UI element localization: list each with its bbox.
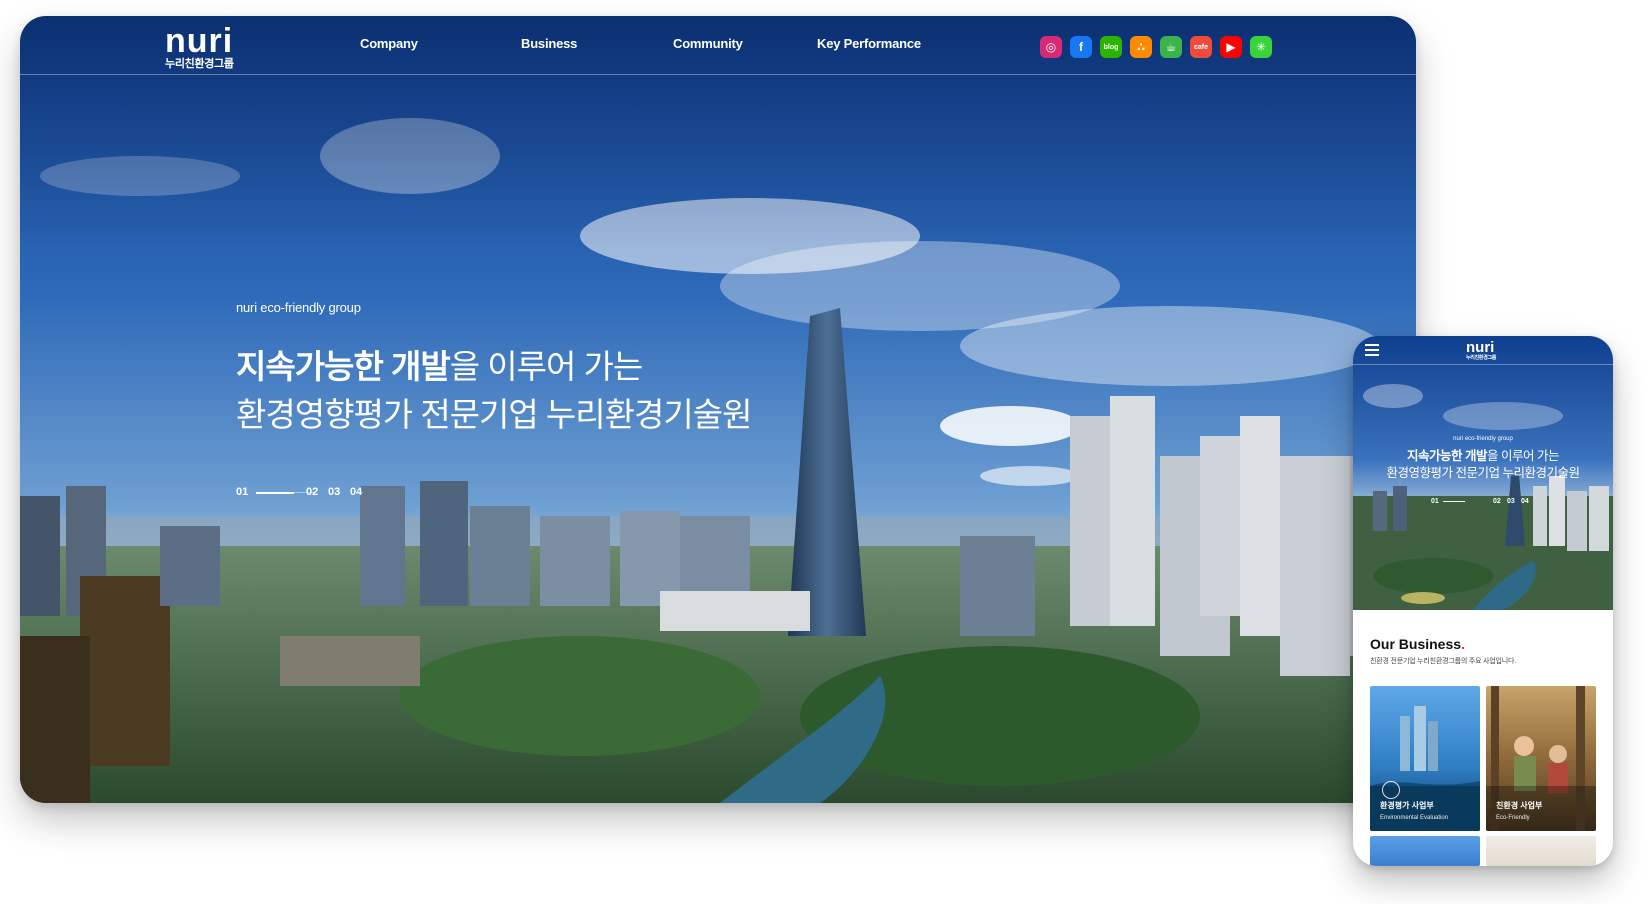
- card-subtitle: Eco-Friendly: [1496, 815, 1530, 821]
- facebook-icon[interactable]: f: [1070, 36, 1092, 58]
- business-card-environmental-evaluation[interactable]: 환경평가 사업부 Environmental Evaluation: [1370, 686, 1480, 831]
- hero-copy: nuri eco-friendly group 지속가능한 개발을 이루어 가는…: [236, 300, 752, 439]
- mobile-nuri-logo[interactable]: nuri 누리친환경그룹: [1466, 339, 1506, 361]
- nuri-logo[interactable]: nuri 누리친환경그룹: [165, 24, 257, 70]
- our-business-subtitle: 친환경 전문기업 누리친환경그룹의 주요 사업입니다.: [1370, 658, 1517, 665]
- hero-headline-emphasis: 지속가능한 개발: [236, 348, 451, 385]
- mobile-header: nuri 누리친환경그룹: [1353, 336, 1613, 365]
- our-business-title-text: Our Business: [1370, 636, 1462, 652]
- mobile-hero-headline-line1: 지속가능한 개발을 이루어 가는: [1353, 448, 1613, 465]
- mobile-hero-headline-emphasis: 지속가능한 개발: [1407, 449, 1488, 463]
- mobile-hero-copy: nuri eco-friendly group 지속가능한 개발을 이루어 가는…: [1353, 436, 1613, 482]
- mobile-logo-wordmark: nuri: [1466, 339, 1495, 356]
- naver-blog-icon[interactable]: blog: [1100, 36, 1122, 58]
- hero-headline-line2: 환경영향평가 전문기업 누리환경기술원: [236, 396, 752, 433]
- nav-key-performance[interactable]: Key Performance: [817, 36, 921, 51]
- logo-subtitle: 누리친환경그룹: [165, 58, 234, 70]
- youtube-icon[interactable]: ▶: [1220, 36, 1242, 58]
- business-card-third[interactable]: [1370, 836, 1480, 866]
- nav-community[interactable]: Community: [673, 36, 743, 51]
- pager-item-03[interactable]: 03: [328, 486, 340, 498]
- pager-progress-bar: [256, 492, 294, 494]
- mobile-logo-subtitle: 누리친환경그룹: [1466, 355, 1497, 361]
- nav-company[interactable]: Company: [360, 36, 418, 51]
- our-business-title: Our Business.: [1370, 636, 1465, 652]
- instagram-icon[interactable]: ◎: [1040, 36, 1062, 58]
- mobile-hero-headline-line2: 환경영향평가 전문기업 누리환경기술원: [1386, 466, 1580, 480]
- hero-headline-line1: 지속가능한 개발을 이루어 가는: [236, 343, 751, 391]
- mobile-pager-item-03[interactable]: 03: [1507, 498, 1515, 505]
- pager-item-04[interactable]: 04: [350, 486, 362, 498]
- pager-item-02[interactable]: 02: [306, 486, 318, 498]
- naver-cafe-icon[interactable]: ☕: [1160, 36, 1182, 58]
- mobile-hero: nuri 누리친환경그룹 nuri eco-friendly group 지속가…: [1353, 336, 1613, 610]
- mobile-pager-progress-bar: [1443, 501, 1465, 502]
- hero-headline-rest: 을 이루어 가는: [449, 348, 643, 385]
- mobile-pager-item-02[interactable]: 02: [1493, 498, 1501, 505]
- mobile-pager-item-04[interactable]: 04: [1521, 498, 1529, 505]
- mobile-pager-current[interactable]: 01: [1431, 498, 1439, 505]
- mobile-mockup: nuri 누리친환경그룹 nuri eco-friendly group 지속가…: [1353, 336, 1613, 866]
- globe-icon: [1382, 781, 1400, 799]
- hero-tagline: nuri eco-friendly group: [236, 300, 361, 315]
- nav-business[interactable]: Business: [521, 36, 577, 51]
- hamburger-menu-icon[interactable]: [1365, 344, 1379, 356]
- mobile-hero-tagline: nuri eco-friendly group: [1453, 436, 1513, 442]
- daum-cafe-icon[interactable]: cafe: [1190, 36, 1212, 58]
- mobile-hero-headline-rest: 을 이루어 가는: [1487, 449, 1559, 463]
- card-title: 환경평가 사업부: [1380, 801, 1434, 810]
- business-card-eco-friendly[interactable]: 친환경 사업부 Eco-Friendly: [1486, 686, 1596, 831]
- pager-current[interactable]: 01: [236, 486, 248, 498]
- site-header: nuri 누리친환경그룹 Company Business Community …: [20, 16, 1416, 75]
- logo-wordmark: nuri: [165, 22, 234, 60]
- card-subtitle: Environmental Evaluation: [1380, 815, 1449, 821]
- desktop-mockup: nuri 누리친환경그룹 Company Business Community …: [20, 16, 1416, 803]
- business-card-fourth[interactable]: [1486, 836, 1596, 866]
- title-accent-dot: .: [1461, 636, 1465, 652]
- card-title: 친환경 사업부: [1496, 801, 1543, 810]
- asterisk-icon[interactable]: ✳: [1250, 36, 1272, 58]
- naver-post-icon[interactable]: ∴: [1130, 36, 1152, 58]
